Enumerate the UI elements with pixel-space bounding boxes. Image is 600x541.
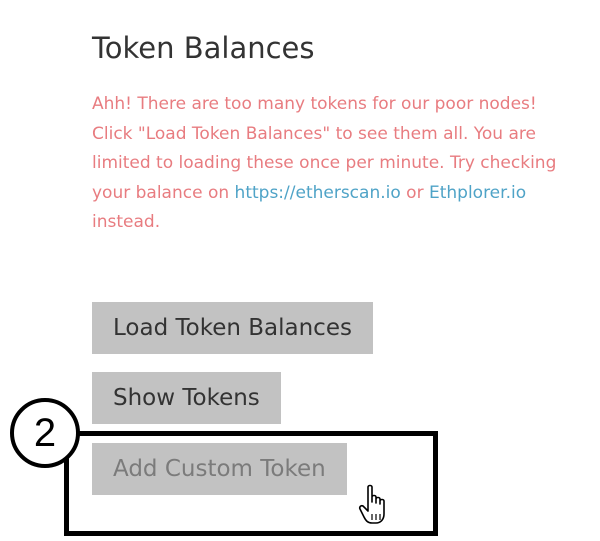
- load-token-balances-button[interactable]: Load Token Balances: [92, 302, 373, 354]
- step-number-badge: 2: [10, 398, 80, 468]
- warning-text-2: or: [400, 182, 429, 203]
- show-tokens-button[interactable]: Show Tokens: [92, 372, 281, 424]
- hand-pointer-icon: [358, 484, 385, 524]
- section-title: Token Balances: [92, 31, 315, 65]
- token-warning-message: Ahh! There are too many tokens for our p…: [92, 90, 562, 238]
- ethplorer-link[interactable]: Ethplorer.io: [429, 183, 526, 203]
- warning-text-3: instead.: [92, 212, 161, 232]
- etherscan-link[interactable]: https://etherscan.io: [235, 183, 401, 203]
